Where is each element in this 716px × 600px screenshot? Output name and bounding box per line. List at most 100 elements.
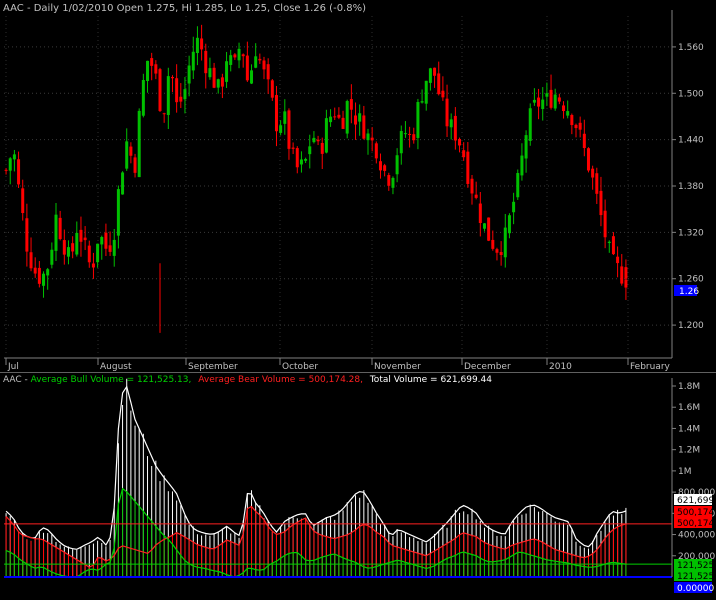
candle-body [553,94,557,109]
candle-body [233,54,237,58]
candle-body [212,67,216,88]
candle-body [237,48,241,61]
price-tick-label: 1.200 [678,321,704,331]
candle-body [304,159,308,161]
volume-header-bear: Average Bear Volume = 500,174.28, [198,375,363,385]
candle-body [611,236,615,255]
candle-body [507,215,511,234]
candle-body [532,99,536,103]
candle-body [170,77,174,79]
candle-body [470,178,474,194]
candle-body [175,78,179,103]
candle-body [620,266,624,284]
candle-body [104,232,108,249]
candle-body [141,80,145,116]
candle-body [254,56,258,68]
candle-body [616,256,620,264]
candle-body [466,151,470,184]
candle-body [66,247,70,257]
volume-header-total: Total Volume = 621,699.44 [369,375,492,385]
candle-body [491,239,495,249]
candle-body [17,159,21,185]
candle-body [37,267,41,284]
candle-body [416,102,420,138]
candle-body [358,113,362,122]
price-tick-label: 1.500 [678,89,704,99]
candle-body [33,267,37,274]
date-tick-label: August [100,362,132,372]
candle-body [445,98,449,127]
candle-body [449,119,453,128]
candle-body [345,101,349,134]
candle-body [166,76,170,115]
tag-zero: 0.00000 [677,584,714,594]
date-tick-label: 2010 [549,362,572,372]
candle-body [129,146,133,156]
candle-body [362,115,366,139]
date-tick-label: Jul [7,362,19,372]
candle-body [283,111,287,124]
candle-body [96,243,100,263]
candle-body [308,146,312,155]
price-header: AAC - Daily 1/02/2010 Open 1.275, Hi 1.2… [3,3,366,14]
candle-body [562,105,566,112]
candle-body [4,169,8,171]
candle-body [58,217,62,240]
candle-body [195,37,199,54]
candle-body [420,101,424,103]
date-tick-label: February [630,362,671,372]
candle-body [495,249,499,253]
candle-body [112,239,116,256]
candle-body [545,93,549,97]
candle-body [499,252,503,255]
candle-body [79,229,83,242]
candle-body [595,173,599,194]
candle-body [158,69,162,111]
price-tick-label: 1.260 [678,275,704,285]
candle-body [428,68,432,83]
candle-body [54,214,58,251]
volume-header: AAC - Average Bull Volume = 121,525.13, … [3,375,492,385]
candle-body [383,165,387,171]
candle-body [329,116,333,123]
candle-body [408,133,412,135]
candle-body [349,99,353,110]
candle-body [150,58,154,66]
candle-body [87,245,91,263]
date-tick-label: November [374,362,421,372]
candle-body [586,148,590,171]
candle-body [333,116,337,118]
candle-body [162,113,166,115]
price-tick-label: 1.560 [678,43,704,53]
candle-body [574,124,578,129]
date-tick-label: September [188,362,238,372]
candle-body [462,150,466,158]
candle-body [537,97,541,107]
candle-body [100,237,104,245]
candle-body [324,118,328,153]
candle-body [487,217,491,241]
candle-body [570,115,574,126]
candle-body [566,111,570,116]
volume-tick-label: 1.4M [678,424,700,434]
candle-body [187,65,191,84]
tag-bear-1: 500,174 [677,508,714,518]
candle-body [146,60,150,82]
candle-body [433,67,437,76]
candle-body [183,89,187,100]
candle-body [557,97,561,102]
candle-body [524,135,528,159]
candle-body [154,64,158,74]
chart-canvas: 1.200 1.260 1.320 1.380 1.440 1.500 1.560 Jul A… [0,0,716,600]
candle-body [241,54,245,57]
candle-body [29,252,33,269]
candle-body [399,131,403,154]
candle-body [599,190,603,216]
candle-body [437,73,441,95]
candle-body [274,95,278,132]
candle-body [403,133,407,135]
candle-body [179,96,183,102]
candle-body [46,269,50,276]
candle-body [453,115,457,141]
candle-body [266,64,270,80]
